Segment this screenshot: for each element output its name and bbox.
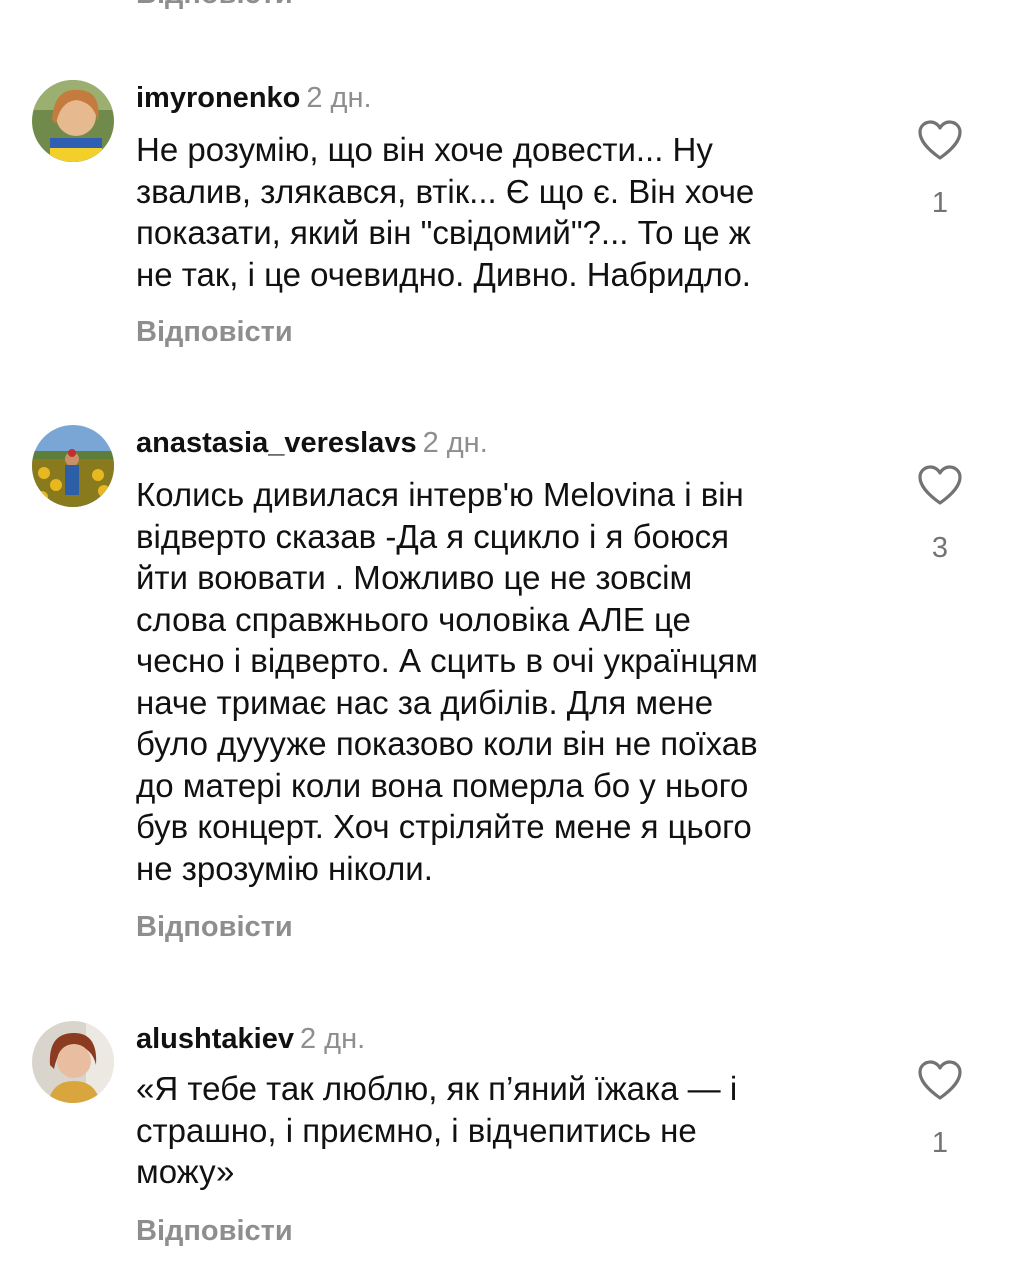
comment-time: 2 дн. <box>306 82 372 114</box>
comment-line: Колись дивилася інтерв'ю Melovina і він <box>136 476 744 513</box>
comment-line: звалив, злякався, втік... Є що є. Він хо… <box>136 172 755 210</box>
comment-line: не так, і це очевидно. Дивно. Набридло. <box>136 255 751 293</box>
avatar[interactable] <box>32 1021 114 1103</box>
comment-line: до матері коли вона померла бо у нього <box>136 766 749 804</box>
username[interactable]: imyronenko <box>136 82 300 114</box>
username[interactable]: alushtakiev <box>136 1023 294 1055</box>
comment-line: страшно, і приємно, і відчепитись не <box>136 1111 697 1149</box>
like-count: 1 <box>931 187 949 219</box>
comment-text: Не розумію, що він хоче довести... Ну зв… <box>136 129 866 295</box>
reply-link[interactable]: Відповісти <box>136 1215 293 1247</box>
username[interactable]: anastasia_vereslavs <box>136 427 417 459</box>
comment-line: «Я тебе так люблю, як п’яний їжака — і <box>136 1070 738 1107</box>
comment-line: був концерт. Хоч стріляйте мене я цього <box>136 808 752 845</box>
comment-time: 2 дн. <box>422 427 488 459</box>
heart-icon[interactable] <box>916 118 964 162</box>
heart-icon[interactable] <box>916 463 964 507</box>
comment-line: Не розумію, що він хоче довести... Ну <box>136 131 713 168</box>
previous-reply-link[interactable]: Відповісти <box>136 0 293 9</box>
like-count: 3 <box>931 532 949 564</box>
comment-text: «Я тебе так люблю, як п’яний їжака — і с… <box>136 1068 866 1193</box>
comment-text: Колись дивилася інтерв'ю Melovina і він … <box>136 474 866 889</box>
comment-header: alushtakiev 2 дн. <box>136 1022 365 1056</box>
comment-line: наче тримає нас за дибілів. Для мене <box>136 683 714 721</box>
comment-line: було дуууже показово коли він не поїхав <box>136 725 758 762</box>
comment-line: не зрозумію ніколи. <box>136 849 433 887</box>
comment-header: anastasia_vereslavs 2 дн. <box>136 426 488 460</box>
comment-line: чесно і відверто. А сцить в очі українця… <box>136 642 758 679</box>
heart-icon[interactable] <box>916 1058 964 1102</box>
comment-line: відверто сказав -Да я сцикло і я боюся <box>136 517 729 555</box>
reply-link[interactable]: Відповісти <box>136 911 293 943</box>
comment-line: слова справжнього чоловіка АЛЕ це <box>136 600 691 638</box>
avatar[interactable] <box>32 425 114 507</box>
comment-header: imyronenko 2 дн. <box>136 81 372 115</box>
comment-line: йти воювати . Можливо це не зовсім <box>136 559 693 596</box>
comment-time: 2 дн. <box>299 1023 366 1055</box>
comment-line: показати, який він "свідомий"?... То це … <box>136 214 751 251</box>
reply-link[interactable]: Відповісти <box>136 316 293 348</box>
comment-line: можу» <box>136 1153 235 1190</box>
avatar[interactable] <box>32 80 114 162</box>
like-count: 1 <box>931 1127 949 1159</box>
